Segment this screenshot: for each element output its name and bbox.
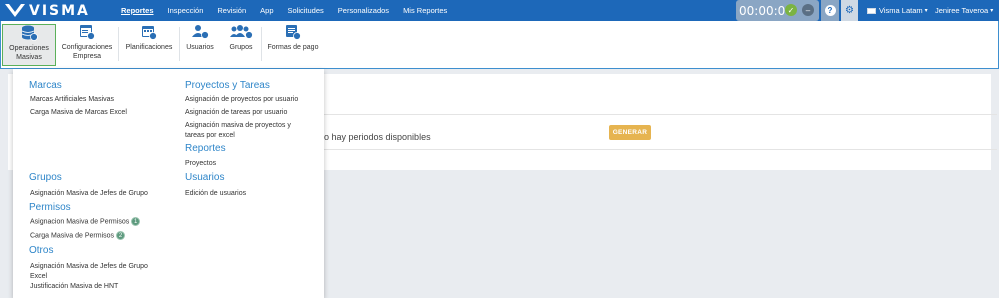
menu-item-justificacion-hnt[interactable]: Justificación Masiva de HNT	[30, 282, 118, 292]
user-menu[interactable]: Jeniree Taveroa ▾	[935, 0, 993, 21]
nav-reportes[interactable]: Reportes	[121, 6, 154, 15]
brand-name: VISMA	[29, 2, 90, 19]
section-proyectos-tareas: Proyectos y Tareas	[185, 80, 270, 91]
help-button[interactable]: ?	[821, 0, 839, 21]
tool-configuraciones-empresa[interactable]: Configuraciones Empresa	[59, 24, 115, 66]
check-icon[interactable]: ✓	[785, 4, 797, 16]
tool-label: Empresa	[72, 53, 101, 60]
flag-icon	[867, 7, 876, 14]
menu-item-carga-marcas-excel[interactable]: Carga Masiva de Marcas Excel	[30, 108, 127, 118]
tool-label: Usuarios	[186, 44, 214, 51]
tool-grupos[interactable]: Grupos	[224, 24, 258, 66]
menu-item-tareas-usuario[interactable]: Asignación de tareas por usuario	[185, 108, 287, 118]
section-usuarios: Usuarios	[185, 172, 225, 183]
tool-label: Formas de pago	[267, 44, 319, 51]
nav-inspeccion[interactable]: Inspección	[168, 6, 204, 15]
menu-item-label: Asignacion Masiva de Permisos	[30, 218, 130, 226]
tool-formas-de-pago[interactable]: Formas de pago	[264, 24, 322, 66]
tool-label: Masivas	[16, 54, 42, 61]
company-selector[interactable]: Visma Latam ▾	[867, 0, 928, 21]
menu-item-asignacion-permisos[interactable]: Asignacion Masiva de Permisos 1	[30, 217, 141, 227]
payment-icon	[284, 24, 302, 40]
tool-usuarios[interactable]: Usuarios	[183, 24, 217, 66]
menu-item-carga-permisos[interactable]: Carga Masiva de Permisos 2	[30, 231, 126, 241]
operaciones-masivas-menu: Marcas Marcas Artificiales Masivas Carga…	[13, 69, 324, 298]
menu-item-marcas-artificiales[interactable]: Marcas Artificiales Masivas	[30, 95, 114, 105]
group-icon	[229, 24, 253, 40]
gear-icon[interactable]: ⚙	[841, 0, 858, 21]
toolbar-divider	[179, 27, 180, 61]
step-badge: 2	[116, 231, 126, 240]
visma-v-icon	[5, 4, 25, 17]
nav-personalizados[interactable]: Personalizados	[338, 6, 389, 15]
nav-solicitudes[interactable]: Solicitudes	[288, 6, 324, 15]
nav-revision[interactable]: Revisión	[217, 6, 246, 15]
nav-mis-reportes[interactable]: Mis Reportes	[403, 6, 447, 15]
settings-window-icon	[78, 24, 96, 40]
menu-item-label: Carga Masiva de Permisos	[30, 232, 115, 240]
toolbar-divider	[261, 27, 262, 61]
step-badge: 1	[131, 217, 141, 226]
main-nav: Reportes Inspección Revisión App Solicit…	[121, 0, 461, 21]
database-icon	[20, 25, 38, 41]
divider	[317, 149, 997, 150]
tool-label: Configuraciones	[61, 44, 113, 51]
menu-item-jefes-grupo[interactable]: Asignación Masiva de Jefes de Grupo	[30, 189, 148, 199]
module-toolbar: Operaciones Masivas Configuraciones Empr…	[0, 21, 999, 69]
menu-item-proyectos[interactable]: Proyectos	[185, 159, 216, 169]
tool-label: Planificaciones	[125, 44, 173, 51]
generate-button[interactable]: GENERAR	[609, 125, 651, 140]
nav-app[interactable]: App	[260, 6, 273, 15]
section-permisos: Permisos	[29, 202, 71, 213]
caret-down-icon: ▾	[990, 8, 994, 14]
visma-logo[interactable]: VISMA	[4, 2, 90, 19]
divider	[317, 114, 997, 115]
tool-planificaciones[interactable]: Planificaciones	[122, 24, 176, 66]
section-grupos: Grupos	[29, 172, 62, 183]
tool-label: Operaciones	[9, 45, 49, 52]
menu-item-proyectos-usuario[interactable]: Asignación de proyectos por usuario	[185, 95, 298, 105]
menu-item-edicion-usuarios[interactable]: Edición de usuarios	[185, 189, 246, 199]
caret-down-icon: ▾	[924, 8, 928, 14]
section-otros: Otros	[29, 245, 54, 256]
tool-label: Grupos	[229, 44, 253, 51]
menu-item-jefes-grupo-excel[interactable]: Asignación Masiva de Jefes de Grupo Exce…	[30, 262, 160, 282]
user-name: Jeniree Taveroa	[935, 6, 989, 15]
user-icon	[191, 24, 209, 40]
tool-operaciones-masivas[interactable]: Operaciones Masivas	[2, 24, 56, 66]
menu-item-proyectos-excel[interactable]: Asignación masiva de proyectos y tareas …	[185, 121, 303, 141]
no-periods-message: o hay periodos disponibles	[324, 132, 431, 142]
company-name: Visma Latam	[879, 6, 923, 15]
help-icon: ?	[824, 5, 836, 16]
section-reportes: Reportes	[185, 143, 226, 154]
timer-widget: 00:00:00 ✓ –	[736, 0, 819, 21]
top-navbar: VISMA Reportes Inspección Revisión App S…	[0, 0, 999, 21]
minus-icon[interactable]: –	[802, 4, 814, 16]
calendar-icon	[140, 24, 158, 40]
toolbar-divider	[118, 27, 119, 61]
section-marcas: Marcas	[29, 80, 62, 91]
